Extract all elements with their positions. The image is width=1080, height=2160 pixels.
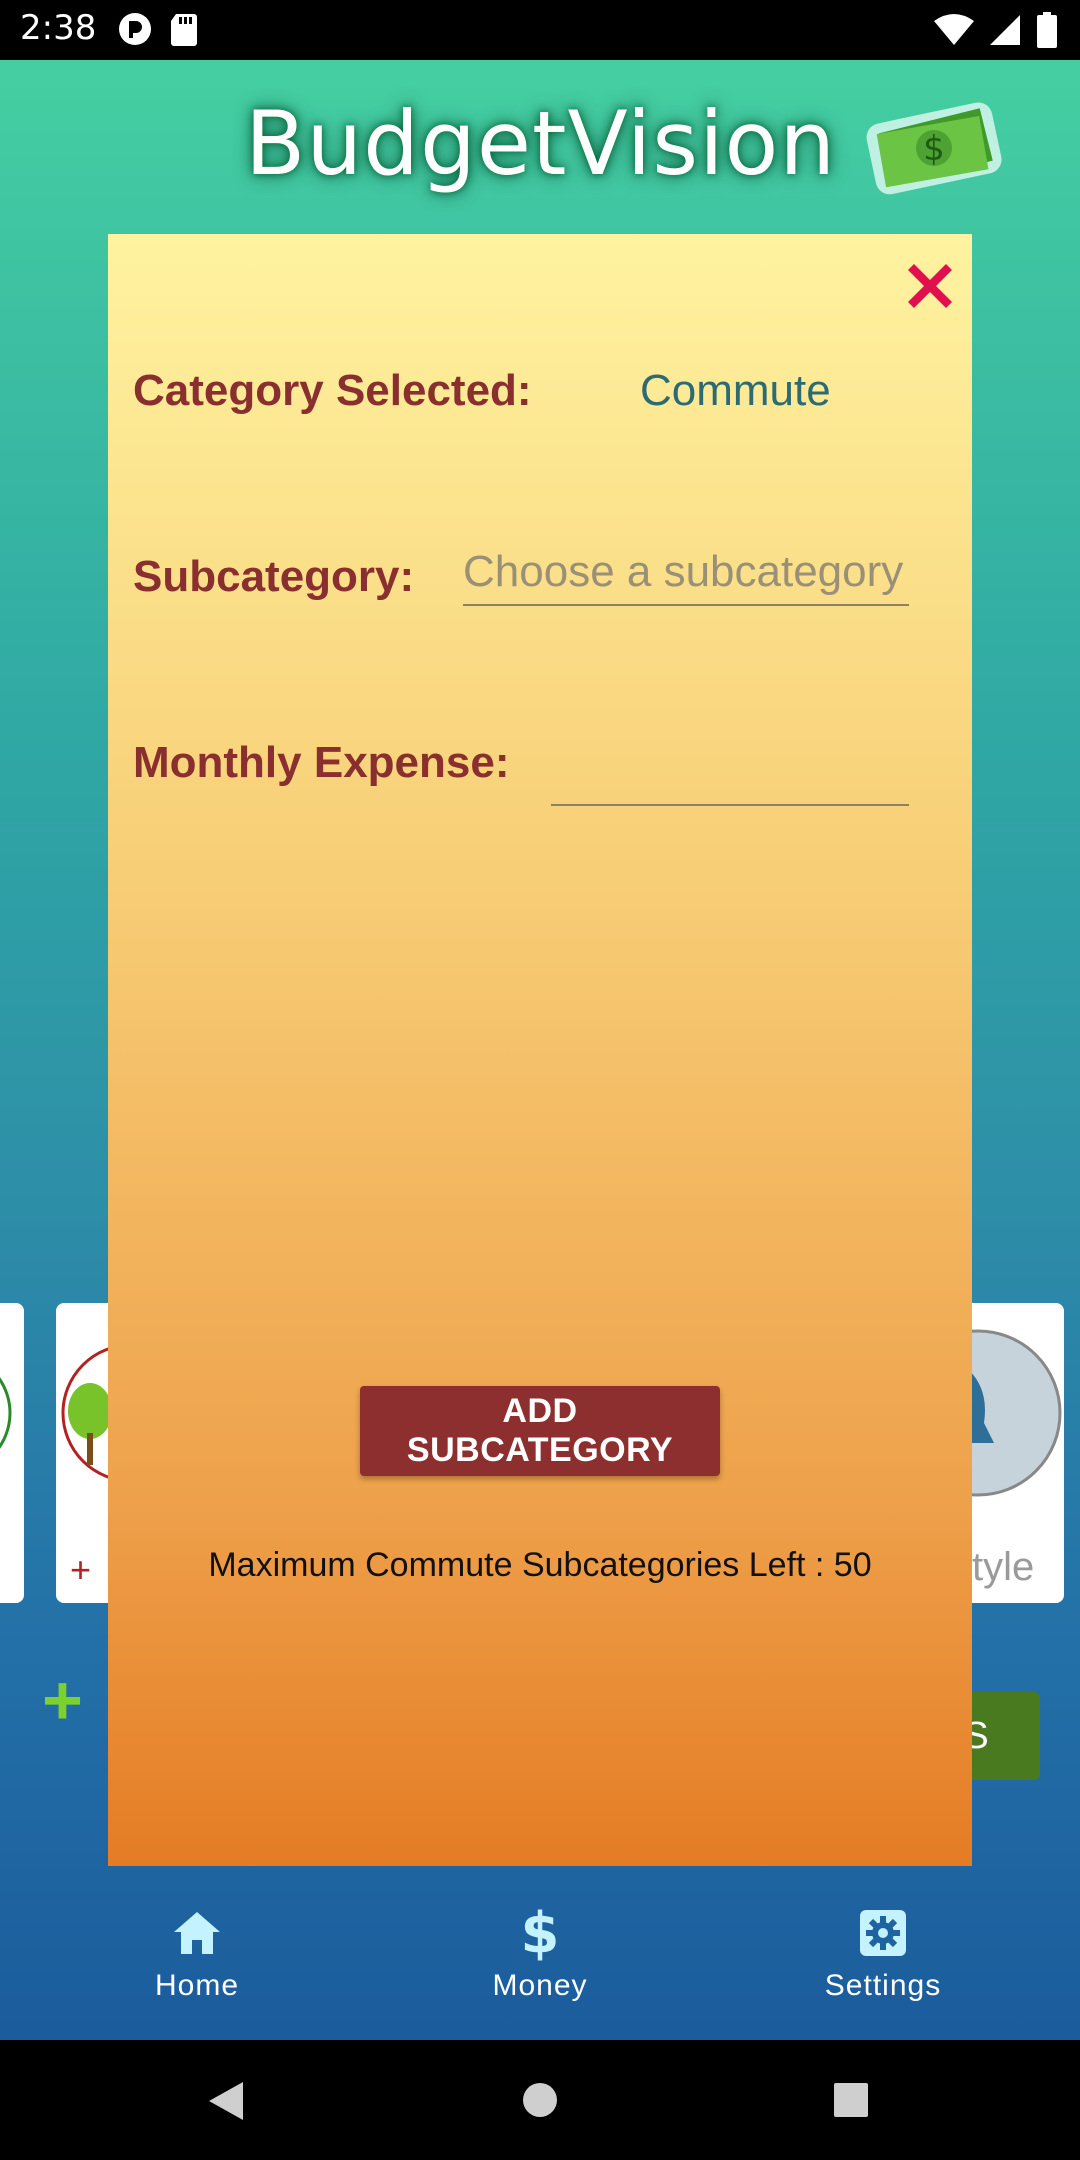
subcategory-label: Subcategory: bbox=[133, 552, 415, 601]
subcategory-input[interactable] bbox=[463, 540, 909, 604]
bottom-nav: Home $ Money Settings bbox=[0, 1866, 1080, 2040]
subcategory-field[interactable] bbox=[463, 540, 909, 606]
card-add-icon: + bbox=[70, 1549, 92, 1590]
home-icon bbox=[174, 1912, 220, 1954]
add-subcategory-button[interactable]: ADD SUBCATEGORY bbox=[360, 1386, 720, 1476]
nav-money-label: Money bbox=[492, 1969, 588, 2002]
nav-home-label: Home bbox=[154, 1969, 240, 2002]
max-subcategories-text: Maximum Commute Subcategories Left : 50 bbox=[208, 1546, 872, 1584]
gear-icon bbox=[860, 1910, 906, 1956]
status-time: 2:38 bbox=[20, 8, 97, 48]
nav-home[interactable]: Home bbox=[97, 1866, 297, 2040]
background-card-lifestyle[interactable]: style bbox=[894, 1303, 1064, 1603]
status-bar: 2:38 bbox=[0, 0, 1080, 60]
nav-settings[interactable]: Settings bbox=[783, 1866, 983, 2040]
system-nav-bar bbox=[0, 2040, 1080, 2160]
category-selected-label: Category Selected: bbox=[133, 366, 532, 415]
background-card-left[interactable] bbox=[0, 1303, 24, 1603]
wifi-icon bbox=[934, 14, 974, 45]
circle-image-icon bbox=[0, 1377, 12, 1449]
notification-icon bbox=[119, 13, 151, 45]
category-selected-value: Commute bbox=[640, 366, 831, 415]
background-card-tree[interactable]: + bbox=[56, 1303, 201, 1603]
nav-settings-label: Settings bbox=[824, 1969, 942, 2002]
monthly-expense-input[interactable] bbox=[551, 732, 909, 804]
recents-icon[interactable] bbox=[833, 2082, 869, 2118]
dollar-icon: $ bbox=[520, 1900, 560, 1966]
home-circle-icon[interactable] bbox=[522, 2082, 558, 2118]
add-subcategory-dialog: Category Selected: Commute Subcategory: … bbox=[108, 234, 972, 1866]
close-icon[interactable] bbox=[900, 256, 960, 316]
monthly-expense-field[interactable] bbox=[551, 732, 909, 806]
money-icon: $ bbox=[866, 102, 1002, 195]
sd-card-icon bbox=[171, 14, 197, 46]
battery-icon bbox=[1037, 12, 1057, 48]
app-title: BudgetVision bbox=[245, 92, 837, 195]
nav-money[interactable]: $ Money bbox=[440, 1866, 640, 2040]
back-icon[interactable] bbox=[205, 2080, 245, 2122]
signal-icon bbox=[990, 15, 1020, 45]
background-add-icon[interactable]: + bbox=[42, 1660, 83, 1740]
svg-text:$: $ bbox=[923, 129, 945, 169]
monthly-expense-label: Monthly Expense: bbox=[133, 738, 510, 787]
